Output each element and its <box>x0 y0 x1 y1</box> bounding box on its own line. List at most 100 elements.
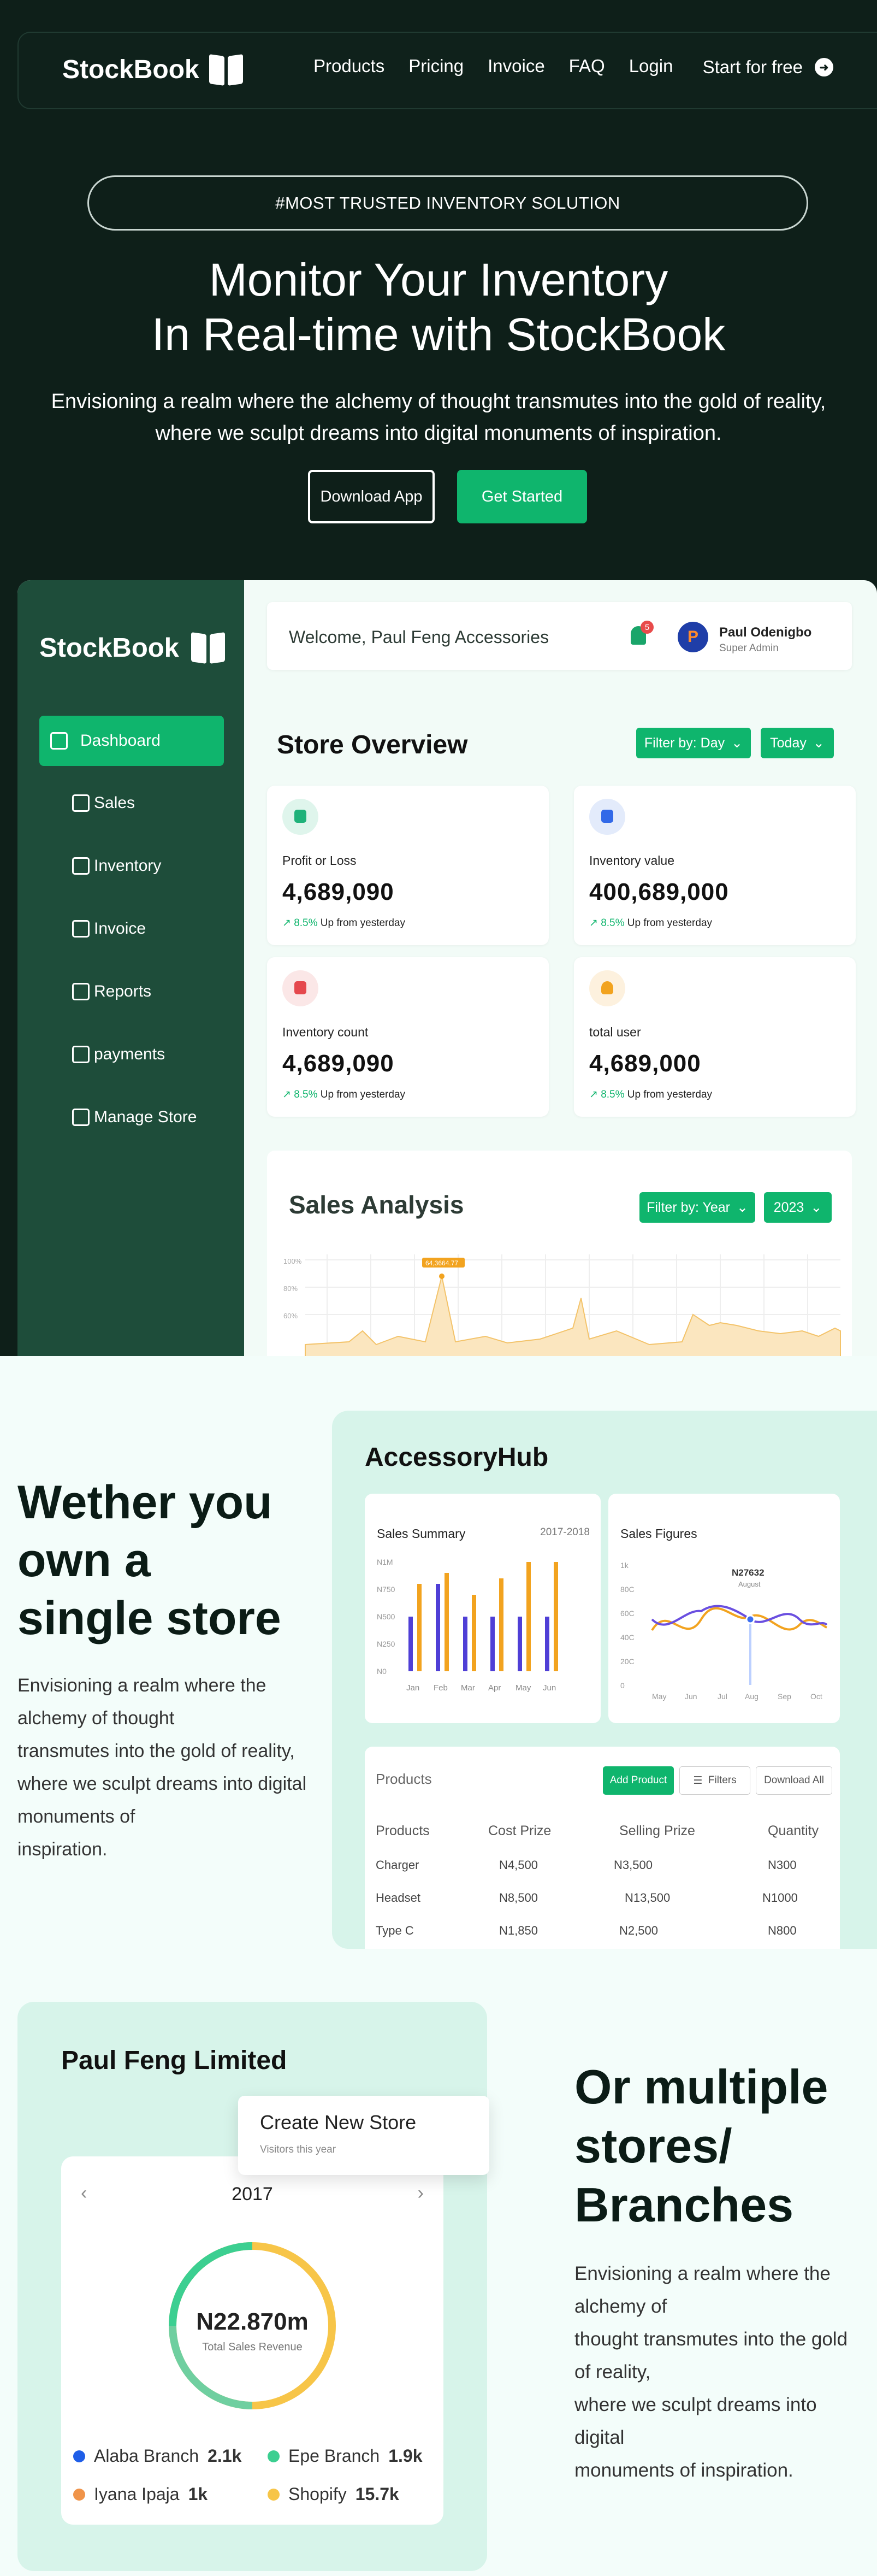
sidebar-item-inventory[interactable]: Inventory <box>39 841 224 891</box>
x-tick: May <box>515 1683 531 1693</box>
chevron-down-icon: ⌄ <box>810 1200 822 1215</box>
filter-day-dropdown[interactable]: Filter by: Day ⌄ <box>636 728 751 758</box>
hero-subtitle-line1: Envisioning a realm where the alchemy of… <box>51 390 826 413</box>
donut-segment <box>169 2325 253 2409</box>
para-line: where we sculpt dreams into <box>574 2394 817 2415</box>
table-cell: N4,500 <box>499 1858 538 1872</box>
wallet-icon <box>589 799 625 835</box>
accessoryhub-title: AccessoryHub <box>365 1443 549 1472</box>
legend-name: Iyana Ipaja <box>94 2484 180 2504</box>
book-icon <box>209 55 243 85</box>
legend-value: 1k <box>188 2484 208 2504</box>
sidebar-item-manage-store[interactable]: Manage Store <box>39 1092 224 1142</box>
para-line: digital <box>574 2427 625 2448</box>
nav-link-invoice[interactable]: Invoice <box>488 56 545 76</box>
start-free-button[interactable]: Start for free ➜ <box>703 57 833 78</box>
stat-value: 4,689,000 <box>589 1050 701 1077</box>
hero-subtitle-line2: where we sculpt dreams into digital monu… <box>155 422 722 445</box>
avatar[interactable]: P <box>678 622 708 652</box>
legend-shopify: Shopify 15.7k <box>268 2484 399 2504</box>
add-product-button[interactable]: Add Product <box>603 1766 674 1795</box>
chart-icon <box>72 983 90 1000</box>
stat-value: 4,689,090 <box>282 879 394 905</box>
arrow-right-icon: ➜ <box>815 58 833 76</box>
figures-line-purple <box>651 1605 828 1626</box>
para-line: monuments of <box>17 1806 135 1827</box>
y-tick: N1M <box>377 1558 393 1566</box>
multiple-stores-heading: Or multiple stores/Branches <box>574 2058 864 2235</box>
nav-link-products[interactable]: Products <box>313 56 384 76</box>
sales-analysis-title: Sales Analysis <box>289 1190 464 1219</box>
popup-subtitle: Visitors this year <box>260 2144 336 2155</box>
heading-line: own a <box>17 1534 151 1587</box>
trend-up-icon: ↗ <box>282 917 294 929</box>
sidebar-item-sales[interactable]: Sales <box>39 778 224 828</box>
sales-tick: 100% <box>283 1257 302 1265</box>
filter-year-label: Filter by: Year <box>647 1199 730 1215</box>
dashboard-preview: StockBook Dashboard Sales Inventory Invo… <box>17 580 877 1356</box>
welcome-bar: Welcome, Paul Feng Accessories 5 P Paul … <box>267 602 852 670</box>
branches-panel: Paul Feng Limited ‹ 2017 › N22.870m Tota… <box>17 2002 487 2571</box>
filters-button[interactable]: ☰ Filters <box>679 1766 750 1795</box>
sidebar-item-dashboard[interactable]: Dashboard <box>39 716 224 766</box>
heading-line: Wether you <box>17 1476 272 1529</box>
stat-label: Profit or Loss <box>282 853 357 868</box>
branches-panel-title: Paul Feng Limited <box>61 2046 287 2075</box>
sales-tooltip: 64,3664.77 <box>425 1259 458 1267</box>
hero-title: Monitor Your Inventory In Real-time with … <box>0 252 877 362</box>
chevron-down-icon: ⌄ <box>813 735 825 751</box>
sales-area-chart: 100% 80% 60% 64,3664.77 <box>283 1254 841 1356</box>
para-line: monuments of inspiration. <box>574 2460 793 2481</box>
sales-summary-chart: N1M N750 N500 N250 N0 Jan Feb Mar Apr Ma… <box>377 1558 558 1693</box>
stat-change: ↗ 8.5% Up from yesterday <box>282 917 405 929</box>
stat-change-text: Up from yesterday <box>627 1089 713 1100</box>
nav-link-login[interactable]: Login <box>629 56 673 76</box>
x-tick: Apr <box>488 1683 501 1693</box>
year-dropdown[interactable]: 2023 ⌄ <box>764 1192 832 1223</box>
sales-tick: 80% <box>283 1284 298 1293</box>
column-header: Quantity <box>768 1823 819 1838</box>
grid-icon <box>50 732 68 750</box>
download-app-button[interactable]: Download App <box>308 470 435 523</box>
today-dropdown[interactable]: Today ⌄ <box>761 728 834 758</box>
legend-iyana-ipaja: Iyana Ipaja 1k <box>73 2484 208 2504</box>
heading-line: Or multiple <box>574 2060 828 2114</box>
y-tick: 80C <box>620 1585 635 1594</box>
single-store-heading: Wether you own a single store <box>17 1473 329 1647</box>
stat-change: ↗ 8.5% Up from yesterday <box>282 1088 405 1101</box>
heading-line: single store <box>17 1592 281 1644</box>
summary-bars <box>408 1562 558 1671</box>
sidebar-item-payments[interactable]: payments <box>39 1029 224 1080</box>
dashboard-sidebar: StockBook Dashboard Sales Inventory Invo… <box>17 580 244 1356</box>
total-revenue-value: N22.870m <box>196 2308 309 2335</box>
download-all-button[interactable]: Download All <box>756 1766 832 1795</box>
chevron-down-icon: ⌄ <box>731 735 743 751</box>
trusted-badge: #MOST TRUSTED INVENTORY SOLUTION <box>87 175 808 231</box>
money-icon <box>282 799 318 835</box>
legend-alaba: Alaba Branch 2.1k <box>73 2446 241 2466</box>
filter-year-dropdown[interactable]: Filter by: Year ⌄ <box>639 1192 755 1223</box>
sales-point <box>439 1274 445 1279</box>
sidebar-item-reports[interactable]: Reports <box>39 966 224 1017</box>
x-tick: Mar <box>461 1683 475 1693</box>
table-cell: N1,850 <box>499 1924 538 1937</box>
para-line: transmutes into the gold of reality, <box>17 1741 295 1761</box>
legend-dot <box>268 2450 280 2462</box>
sidebar-logo: StockBook <box>39 633 225 663</box>
top-navbar: StockBook Products Pricing Invoice FAQ L… <box>17 32 877 109</box>
legend-name: Epe Branch <box>288 2446 380 2466</box>
table-cell: Charger <box>376 1858 419 1872</box>
get-started-button[interactable]: Get Started <box>457 470 587 523</box>
table-cell: N2,500 <box>619 1924 658 1937</box>
nav-link-faq[interactable]: FAQ <box>569 56 605 76</box>
create-store-popup[interactable]: Create New Store Visitors this year <box>238 2096 489 2175</box>
hero-title-line2: In Real-time with StockBook <box>151 309 726 360</box>
figures-tooltip-value: N27632 <box>732 1567 765 1578</box>
sidebar-item-label: Inventory <box>94 857 162 875</box>
sidebar-item-invoice[interactable]: Invoice <box>39 904 224 954</box>
filters-label: Filters <box>708 1775 737 1786</box>
nav-link-pricing[interactable]: Pricing <box>408 56 464 76</box>
start-free-label: Start for free <box>702 57 803 77</box>
brand-logo[interactable]: StockBook <box>62 55 243 85</box>
stat-card-profit: Profit or Loss 4,689,090 ↗ 8.5% Up from … <box>267 786 549 945</box>
